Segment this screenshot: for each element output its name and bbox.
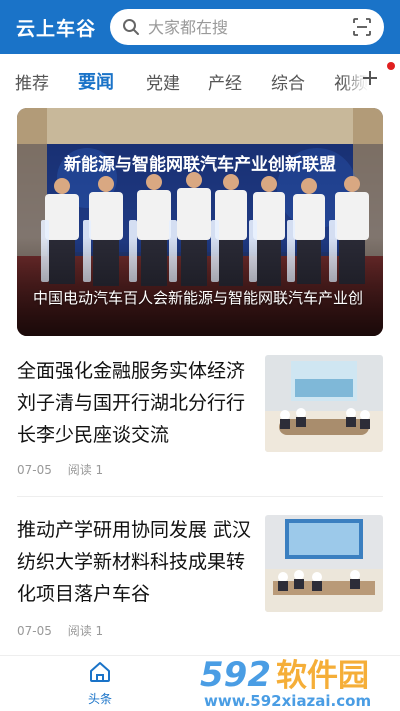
- search-bar[interactable]: [110, 9, 384, 45]
- hero-card[interactable]: 新能源与智能网联汽车产业创新联盟 中国电动汽车百人会新能源与智能网联汽车产业创新…: [17, 108, 383, 336]
- news-date: 07-05: [17, 463, 52, 477]
- nav-home[interactable]: 头条: [78, 660, 122, 708]
- tab-recommend[interactable]: 推荐: [15, 69, 49, 94]
- news-item[interactable]: 推动产学研用协同发展 武汉纺织大学新材料科技成果转化项目落户车谷 07-05 阅…: [17, 514, 383, 642]
- svg-text:www.592xiazai.com: www.592xiazai.com: [204, 692, 371, 710]
- news-meta: 07-05 阅读 1: [17, 461, 115, 478]
- news-reads: 阅读 1: [67, 624, 104, 638]
- news-title: 推动产学研用协同发展 武汉纺织大学新材料科技成果转化项目落户车谷: [17, 519, 252, 605]
- home-icon: [90, 662, 110, 682]
- nav-home-label: 头条: [87, 692, 112, 706]
- tab-headlines[interactable]: 要闻: [78, 68, 114, 94]
- plus-icon[interactable]: [362, 70, 378, 86]
- news-thumbnail: [265, 355, 383, 452]
- app-screen: 云上车谷 推荐 要闻 党建 产经 综合 视频: [0, 0, 400, 711]
- channel-tabs: 推荐 要闻 党建 产经 综合 视频: [0, 54, 400, 108]
- tab-party[interactable]: 党建: [146, 69, 180, 94]
- hero-banner-text: 新能源与智能网联汽车产业创新联盟: [64, 154, 336, 175]
- search-icon: [122, 18, 140, 36]
- news-title: 全面强化金融服务实体经济 刘子清与国开行湖北分行行长李少民座谈交流: [17, 360, 246, 446]
- news-thumbnail: [265, 515, 383, 612]
- tab-industry[interactable]: 产经: [208, 69, 242, 94]
- app-title: 云上车谷: [16, 17, 97, 40]
- hero-caption: 中国电动汽车百人会新能源与智能网联汽车产业创新联盟: [33, 289, 363, 307]
- news-meta: 07-05 阅读 1: [17, 622, 115, 639]
- divider: [17, 496, 383, 497]
- news-item[interactable]: 全面强化金融服务实体经济 刘子清与国开行湖北分行行长李少民座谈交流 07-05 …: [17, 355, 383, 483]
- news-date: 07-05: [17, 624, 52, 638]
- svg-text:软件园: 软件园: [276, 658, 369, 694]
- scan-icon[interactable]: [352, 17, 372, 37]
- top-bar: 云上车谷: [0, 0, 400, 54]
- site-watermark: 592 软件园 www.592xiazai.com: [200, 655, 371, 710]
- tab-general[interactable]: 综合: [271, 69, 305, 94]
- svg-text:592: 592: [200, 655, 271, 695]
- search-input[interactable]: [148, 17, 338, 37]
- news-reads: 阅读 1: [67, 463, 104, 477]
- notification-dot: [387, 62, 395, 70]
